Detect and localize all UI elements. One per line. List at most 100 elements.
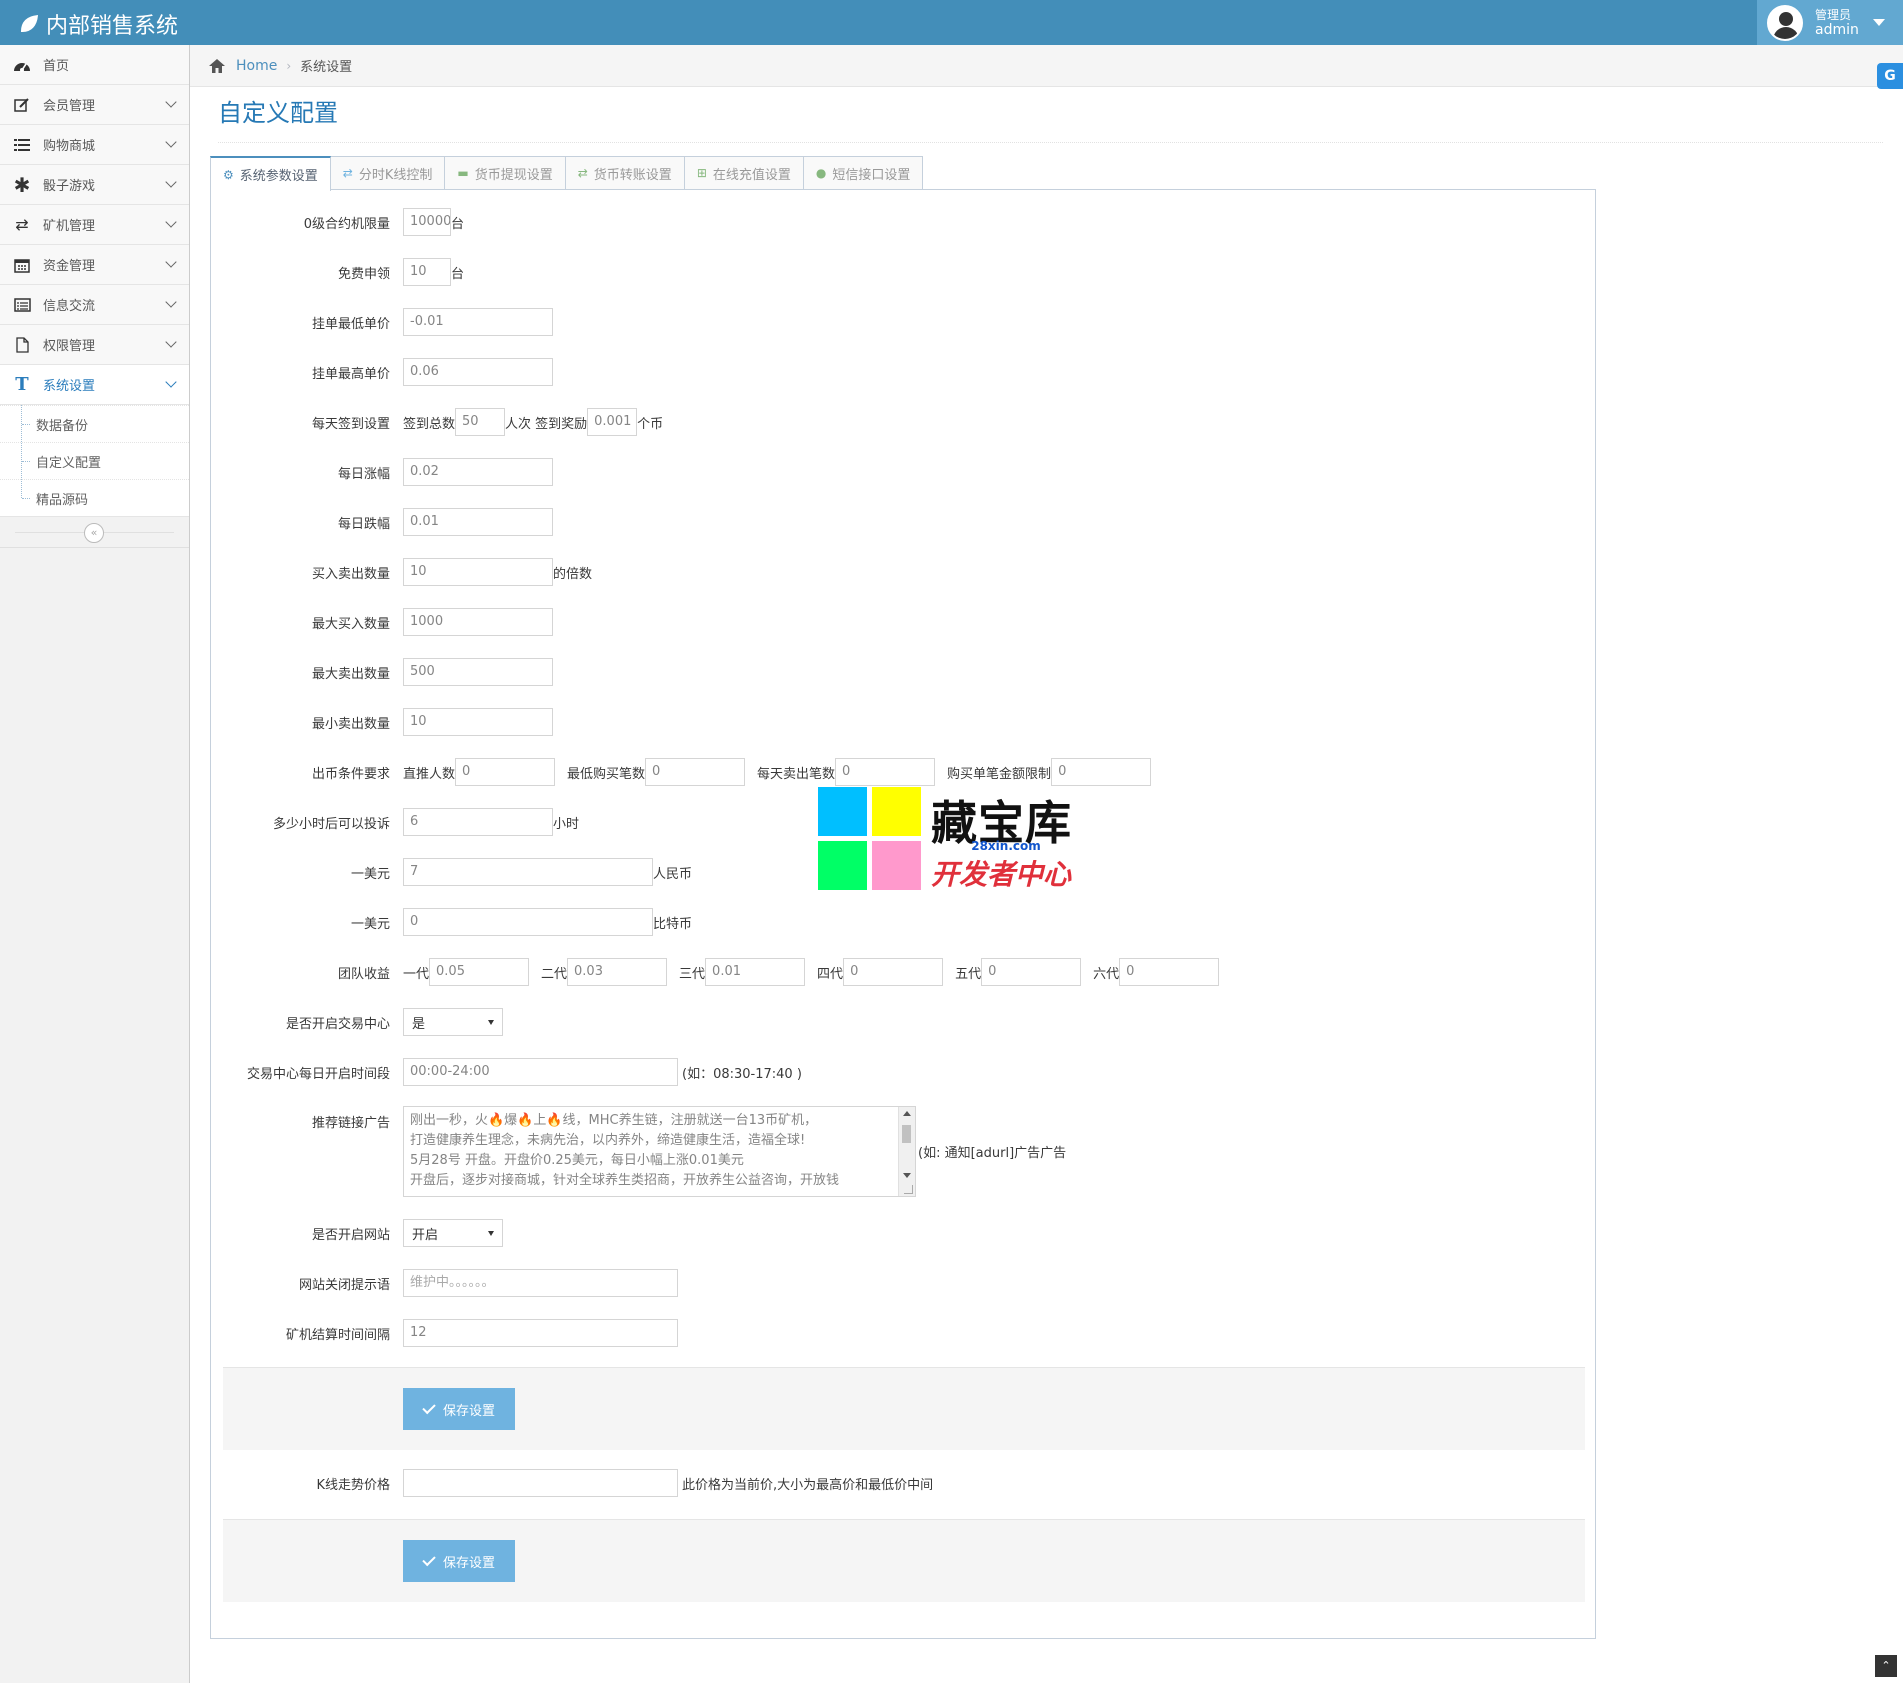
- sidebar-item-funds[interactable]: 资金管理: [0, 245, 189, 285]
- sidebar-item-dice[interactable]: ✱ 骰子游戏: [0, 165, 189, 205]
- settings-badge-icon[interactable]: G: [1877, 63, 1903, 89]
- caret-down-icon: [488, 1019, 494, 1025]
- min-purchases-label: 最低购买笔数: [567, 766, 646, 782]
- min-price-input[interactable]: -0.01: [403, 308, 553, 336]
- tab-withdraw-settings[interactable]: ▬ 货币提现设置: [444, 156, 566, 189]
- usd-btc-input[interactable]: 0: [403, 908, 653, 936]
- multiple-input[interactable]: 10: [403, 558, 553, 586]
- form-row-daily-up: 每日涨幅 0.02: [211, 457, 1597, 487]
- save-button[interactable]: 保存设置: [403, 1540, 515, 1582]
- scroll-to-top-icon[interactable]: ⌃: [1875, 1655, 1897, 1677]
- user-menu[interactable]: 管理员 admin: [1757, 0, 1903, 45]
- max-sell-input[interactable]: 500: [403, 658, 553, 686]
- sidebar-item-label: 矿机管理: [43, 219, 96, 234]
- daily-up-input[interactable]: 0.02: [403, 458, 553, 486]
- breadcrumb-home-link[interactable]: Home: [236, 58, 277, 74]
- field-label: 矿机结算时间间隔: [285, 1327, 390, 1343]
- sidebar-subitem-source[interactable]: 精品源码: [0, 479, 189, 516]
- gen4-label: 四代: [817, 966, 844, 982]
- sidebar-item-label: 骰子游戏: [43, 179, 96, 194]
- free-claim-input[interactable]: 10: [403, 258, 451, 286]
- gen4-input[interactable]: 0: [843, 958, 944, 986]
- trade-open-select[interactable]: 是: [403, 1008, 503, 1036]
- gen3-input[interactable]: 0.01: [705, 958, 806, 986]
- complain-hours-input[interactable]: 6: [403, 808, 553, 836]
- exchange-icon: ⇄: [342, 166, 353, 180]
- sidebar-item-miners[interactable]: ⇄ 矿机管理: [0, 205, 189, 245]
- unit-label: 台: [451, 216, 465, 232]
- gen5-input[interactable]: 0: [981, 958, 1082, 986]
- max-buy-input[interactable]: 1000: [403, 608, 553, 636]
- settle-interval-input[interactable]: 12: [403, 1319, 678, 1347]
- form-row-usd-btc: 一美元 0 比特币: [211, 907, 1597, 937]
- single-amount-input[interactable]: 0: [1051, 758, 1152, 786]
- field-label: 出币条件要求: [311, 766, 390, 782]
- home-icon: [209, 58, 225, 73]
- sidebar-item-messages[interactable]: 信息交流: [0, 285, 189, 325]
- daily-down-input[interactable]: 0.01: [403, 508, 553, 536]
- form-row-team-income: 团队收益 一代 0.05 二代 0.03 三代 0.01 四代 0 五代 0 六…: [211, 957, 1597, 987]
- direct-referrals-input[interactable]: 0: [455, 758, 556, 786]
- ad-textarea[interactable]: 刚出一秒，火🔥爆🔥上🔥线，MHC养生链，注册就送一台13币矿机， 打造健康养生理…: [403, 1106, 916, 1197]
- user-icon: ●: [815, 166, 827, 180]
- hint-text: (如: 通知[adurl]广告广告: [918, 1146, 1067, 1161]
- min-sell-input[interactable]: 10: [403, 708, 553, 736]
- edit-icon: [12, 96, 32, 114]
- max-price-input[interactable]: 0.06: [403, 358, 553, 386]
- sidebar-item-home[interactable]: 首页: [0, 45, 189, 85]
- form-row-trade-open: 是否开启交易中心 是: [211, 1007, 1597, 1037]
- chevron-down-icon: [165, 376, 177, 388]
- scroll-thumb[interactable]: [902, 1125, 911, 1143]
- close-message-input[interactable]: 维护中。。。。。。: [403, 1269, 678, 1297]
- field-label: 网站关闭提示语: [298, 1277, 390, 1293]
- direct-referrals-label: 直推人数: [403, 766, 456, 782]
- field-label: 最大买入数量: [311, 616, 390, 632]
- double-chevron-left-icon[interactable]: «: [84, 523, 104, 543]
- watermark-url: 28xin.com: [971, 839, 1041, 853]
- sidebar-item-label: 权限管理: [43, 339, 96, 354]
- breadcrumb-separator-icon: ›: [286, 58, 292, 73]
- site-open-select[interactable]: 开启: [403, 1219, 503, 1247]
- tab-recharge-settings[interactable]: ⊞ 在线充值设置: [683, 156, 804, 189]
- unit-label: 人民币: [653, 866, 693, 882]
- usd-rmb-input[interactable]: 7: [403, 858, 653, 886]
- tab-kline-control[interactable]: ⇄ 分时K线控制: [329, 156, 446, 189]
- brand[interactable]: 内部销售系统: [18, 8, 178, 40]
- tab-transfer-settings[interactable]: ⇄ 货币转账设置: [564, 156, 685, 189]
- tab-sms-settings[interactable]: ● 短信接口设置: [802, 156, 924, 189]
- unit-label: 比特币: [653, 916, 693, 932]
- trade-time-input[interactable]: 00:00-24:00: [403, 1058, 678, 1086]
- gen6-input[interactable]: 0: [1119, 958, 1220, 986]
- gen2-input[interactable]: 0.03: [567, 958, 668, 986]
- sidebar-item-members[interactable]: 会员管理: [0, 85, 189, 125]
- kline-price-input[interactable]: [403, 1469, 678, 1497]
- form-row-min-sell: 最小卖出数量 10: [211, 707, 1597, 737]
- resize-grip-icon[interactable]: [904, 1185, 913, 1194]
- field-label: 是否开启网站: [311, 1227, 390, 1243]
- field-label: 每天签到设置: [311, 416, 390, 432]
- unit-label: 个币: [637, 416, 664, 432]
- gen1-input[interactable]: 0.05: [429, 958, 530, 986]
- chevron-down-icon: [165, 136, 177, 148]
- form-row-site-open: 是否开启网站 开启: [211, 1218, 1597, 1248]
- sidebar-item-system[interactable]: T 系统设置: [0, 365, 189, 405]
- form-actions: 保存设置: [223, 1367, 1585, 1450]
- save-button[interactable]: 保存设置: [403, 1388, 515, 1430]
- field-label: 挂单最高单价: [311, 366, 390, 382]
- level0-limit-input[interactable]: 10000: [403, 208, 451, 236]
- daily-sells-input[interactable]: 0: [835, 758, 936, 786]
- field-label: 免费申领: [337, 266, 390, 282]
- form-row-kline: K线走势价格 此价格为当前价,大小为最高价和最低价中间: [211, 1468, 1597, 1498]
- signin-total-input[interactable]: 50: [455, 408, 506, 436]
- sidebar-item-permissions[interactable]: 权限管理: [0, 325, 189, 365]
- signin-reward-input[interactable]: 0.001: [587, 408, 638, 436]
- sidebar-item-mall[interactable]: 购物商城: [0, 125, 189, 165]
- gen2-label: 二代: [541, 966, 568, 982]
- sidebar-item-label: 信息交流: [43, 299, 96, 314]
- unit-label: 的倍数: [553, 566, 593, 582]
- sidebar-subitem-backup[interactable]: 数据备份: [0, 405, 189, 442]
- min-purchases-input[interactable]: 0: [645, 758, 746, 786]
- sidebar-subitem-custom-config[interactable]: 自定义配置: [0, 442, 189, 479]
- tab-system-params[interactable]: ⚙ 系统参数设置: [210, 156, 331, 191]
- textarea-scrollbar[interactable]: [898, 1107, 915, 1196]
